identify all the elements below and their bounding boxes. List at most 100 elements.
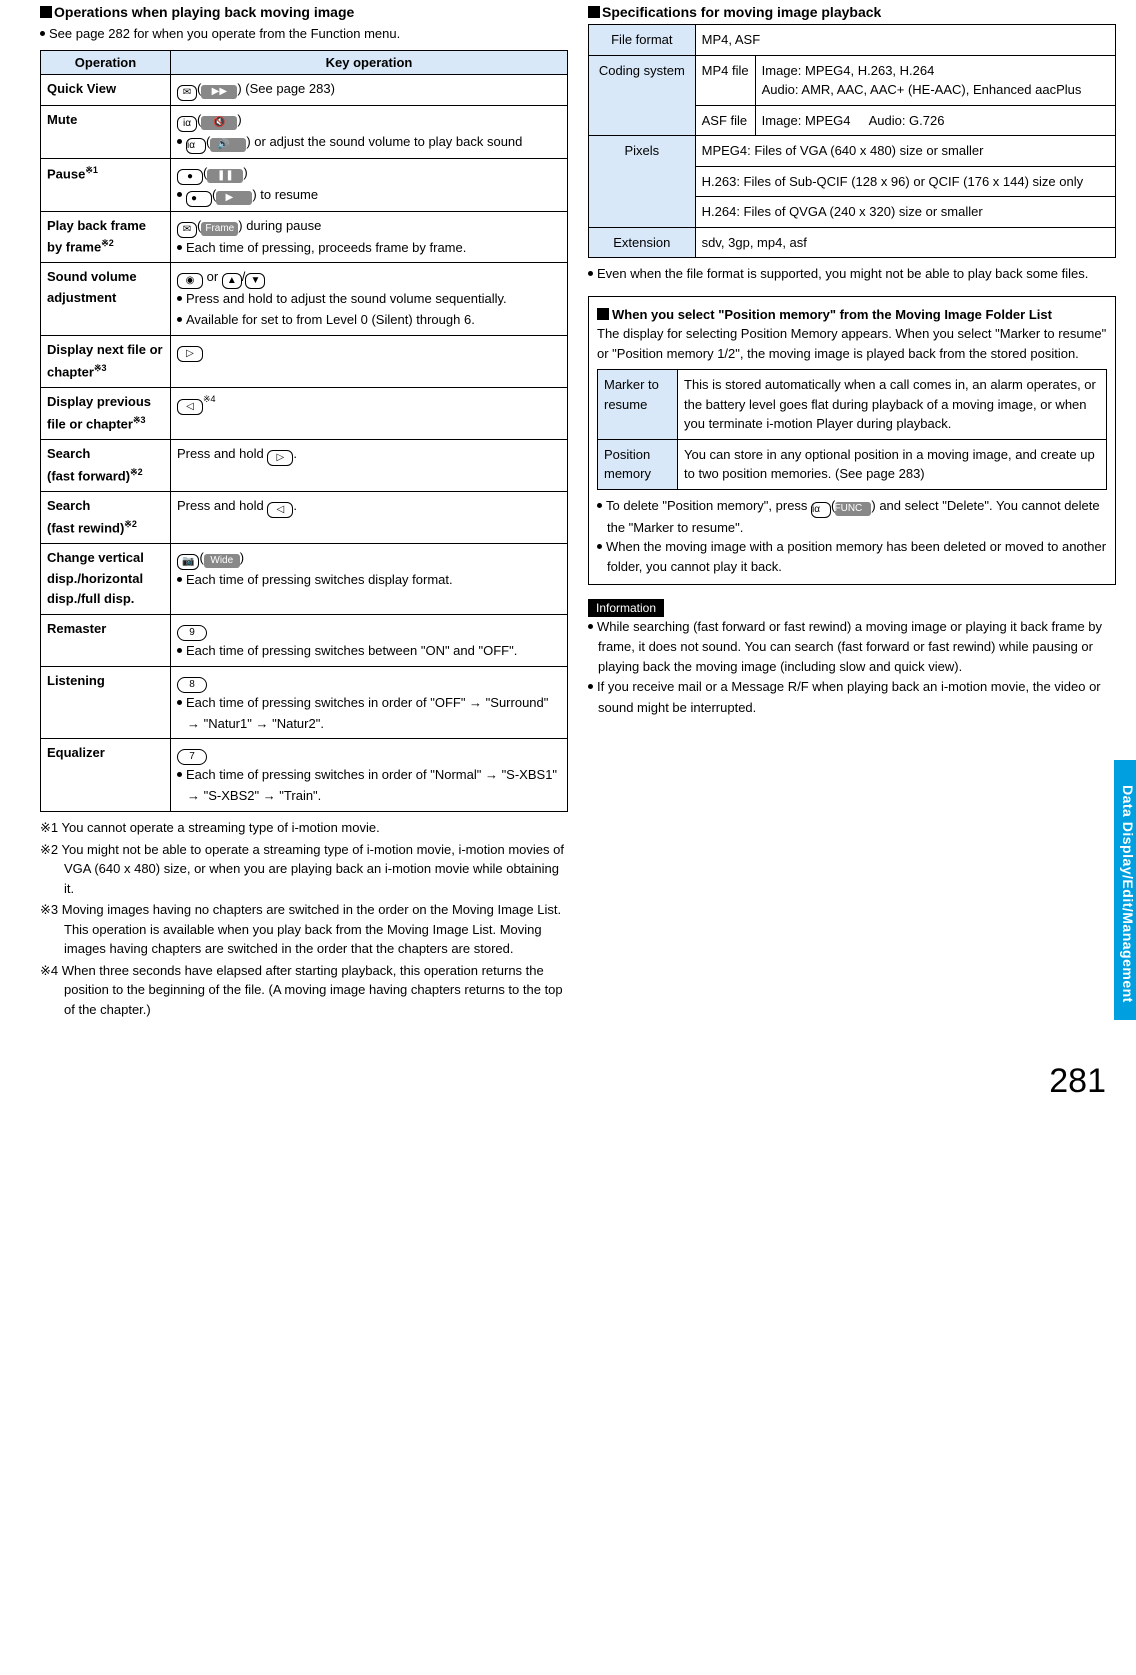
- row-ff: Search(fast forward)※2 Press and hold ▷.: [41, 439, 568, 491]
- row-prev: Display previous file or chapter※3 ◁※4: [41, 387, 568, 439]
- spec-asf-details: Image: MPEG4 Audio: G.726: [755, 105, 1115, 136]
- page-number: 281: [1049, 1062, 1106, 1101]
- spec-px3: H.264: Files of QVGA (240 x 320) size or…: [695, 197, 1115, 228]
- key-pause: ●(❚❚) ●(▶) to resume: [171, 158, 568, 211]
- op-listening: Listening: [41, 666, 171, 739]
- nine-key-icon: 9: [177, 625, 207, 641]
- box-del2: When the moving image with a position me…: [597, 537, 1107, 576]
- operations-table: Operation Key operation Quick View ✉(▶▶)…: [40, 50, 568, 813]
- box-title-text: When you select "Position memory" from t…: [612, 307, 1052, 322]
- left-nav-key-icon-2: ◁: [267, 502, 293, 518]
- center-key-icon-2: ●: [186, 191, 212, 207]
- key-volume: ◉ or ▲/▼ Press and hold to adjust the so…: [171, 263, 568, 336]
- right-column: Specifications for moving image playback…: [588, 4, 1116, 1021]
- information-heading: Information: [588, 599, 664, 617]
- box-del1: To delete "Position memory", press iα(FU…: [597, 496, 1107, 538]
- row-disp: Change vertical disp./horizontal disp./f…: [41, 543, 568, 614]
- up-key-icon: ▲: [222, 273, 242, 289]
- spec-mp4file: MP4 file: [695, 55, 755, 105]
- camera-key-icon: 📷: [177, 554, 199, 570]
- func-label: FUNC: [835, 502, 871, 516]
- left-heading-text: Operations when playing back moving imag…: [54, 4, 354, 20]
- box-del2-text: When the moving image with a position me…: [606, 539, 1106, 574]
- updown-nav-key-icon: ◉: [177, 273, 203, 289]
- imode-key-icon: iα: [177, 116, 197, 132]
- row-eq: Equalizer 7 Each time of pressing switch…: [41, 739, 568, 812]
- mute-icon: 🔇: [201, 116, 237, 130]
- row-next: Display next file or chapter※3 ▷: [41, 336, 568, 388]
- eq-line2: Each time of pressing switches in order …: [186, 767, 557, 803]
- down-key-icon: ▼: [245, 273, 265, 289]
- disp-line2: Each time of pressing switches display f…: [186, 572, 453, 587]
- op-eq: Equalizer: [41, 739, 171, 812]
- op-prev: Display previous file or chapter※3: [41, 387, 171, 439]
- note-4: ※4 When three seconds have elapsed after…: [40, 961, 568, 1020]
- spec-px1: MPEG4: Files of VGA (640 x 480) size or …: [695, 136, 1115, 167]
- spec-mp4-details: Image: MPEG4, H.263, H.264Audio: AMR, AA…: [755, 55, 1115, 105]
- frame-line2: Each time of pressing, proceeds frame by…: [186, 240, 466, 255]
- key-ff: Press and hold ▷.: [171, 439, 568, 491]
- seven-key-icon: 7: [177, 749, 207, 765]
- right-nav-key-icon: ▷: [177, 346, 203, 362]
- op-disp: Change vertical disp./horizontal disp./f…: [41, 543, 171, 614]
- op-pause: Pause※1: [41, 158, 171, 211]
- op-remaster: Remaster: [41, 615, 171, 667]
- key-listening: 8 Each time of pressing switches in orde…: [171, 666, 568, 739]
- left-intro: See page 282 for when you operate from t…: [40, 24, 568, 44]
- vol-line2: Press and hold to adjust the sound volum…: [186, 291, 507, 306]
- left-nav-key-icon: ◁: [177, 399, 203, 415]
- key-quick-view: ✉(▶▶) (See page 283): [171, 74, 568, 105]
- pm-pos: You can store in any optional position i…: [678, 439, 1107, 489]
- position-memory-box: When you select "Position memory" from t…: [588, 296, 1116, 586]
- th-key: Key operation: [171, 50, 568, 74]
- vol-line3: Available for set to from Level 0 (Silen…: [186, 312, 475, 327]
- right-heading: Specifications for moving image playback: [588, 4, 1116, 20]
- spec-file-format-h: File format: [589, 25, 696, 56]
- key-remaster: 9 Each time of pressing switches between…: [171, 615, 568, 667]
- pause-line2: ) to resume: [252, 187, 318, 202]
- position-memory-table: Marker to resume This is stored automati…: [597, 369, 1107, 490]
- key-rw: Press and hold ◁.: [171, 491, 568, 543]
- op-ff: Search(fast forward)※2: [41, 439, 171, 491]
- row-remaster: Remaster 9 Each time of pressing switche…: [41, 615, 568, 667]
- spec-pixels-h: Pixels: [589, 136, 696, 228]
- spec-note-text: Even when the file format is supported, …: [597, 266, 1088, 281]
- box-body: The display for selecting Position Memor…: [597, 324, 1107, 363]
- pm-marker: This is stored automatically when a call…: [678, 370, 1107, 440]
- op-quick-view: Quick View: [41, 74, 171, 105]
- note-2: ※2 You might not be able to operate a st…: [40, 840, 568, 899]
- spec-table: File format MP4, ASF Coding system MP4 f…: [588, 24, 1116, 258]
- row-mute: Mute iα(🔇) iα(🔊) or adjust the sound vol…: [41, 105, 568, 158]
- pm-pos-h: Position memory: [598, 439, 678, 489]
- key-eq: 7 Each time of pressing switches in orde…: [171, 739, 568, 812]
- fast-play-icon: ▶▶: [201, 85, 237, 99]
- key-frame: ✉(Frame) during pause Each time of press…: [171, 211, 568, 263]
- spec-asffile: ASF file: [695, 105, 755, 136]
- row-listening: Listening 8 Each time of pressing switch…: [41, 666, 568, 739]
- key-disp: 📷(Wide) Each time of pressing switches d…: [171, 543, 568, 614]
- op-next: Display next file or chapter※3: [41, 336, 171, 388]
- spec-file-format: MP4, ASF: [695, 25, 1115, 56]
- sound-icon: 🔊: [210, 138, 246, 152]
- information-body: While searching (fast forward or fast re…: [588, 617, 1116, 718]
- spec-px2: H.263: Files of Sub-QCIF (128 x 96) or Q…: [695, 166, 1115, 197]
- op-volume: Sound volume adjustment: [41, 263, 171, 336]
- note-3: ※3 Moving images having no chapters are …: [40, 900, 568, 959]
- frame-suffix: ) during pause: [238, 218, 321, 233]
- note-1: ※1 You cannot operate a streaming type o…: [40, 818, 568, 838]
- wide-label: Wide: [204, 554, 240, 568]
- remaster-line2: Each time of pressing switches between "…: [186, 643, 517, 658]
- mail-key-icon-2: ✉: [177, 222, 197, 238]
- right-heading-text: Specifications for moving image playback: [602, 4, 881, 20]
- footnotes: ※1 You cannot operate a streaming type o…: [40, 818, 568, 1019]
- key-next: ▷: [171, 336, 568, 388]
- op-mute: Mute: [41, 105, 171, 158]
- row-quick-view: Quick View ✉(▶▶) (See page 283): [41, 74, 568, 105]
- pm-marker-h: Marker to resume: [598, 370, 678, 440]
- mute-line2: ) or adjust the sound volume to play bac…: [246, 134, 522, 149]
- left-column: Operations when playing back moving imag…: [40, 4, 568, 1021]
- row-volume: Sound volume adjustment ◉ or ▲/▼ Press a…: [41, 263, 568, 336]
- pause-icon: ❚❚: [207, 169, 243, 183]
- op-rw: Search(fast rewind)※2: [41, 491, 171, 543]
- spec-ext-h: Extension: [589, 227, 696, 258]
